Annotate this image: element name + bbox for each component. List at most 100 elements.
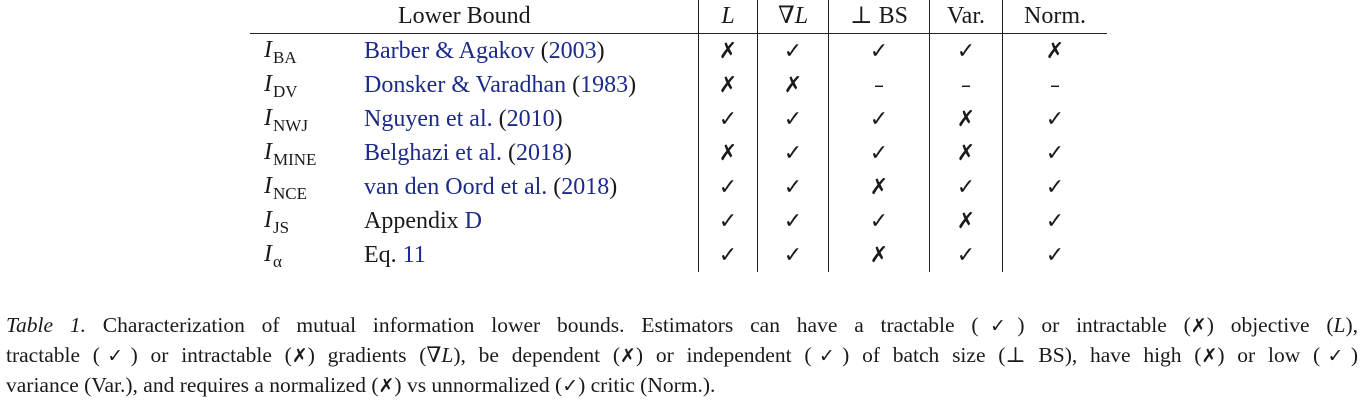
table-row: IBA Barber & Agakov (2003) ✗ ✓ ✓ ✓ ✗ — [250, 33, 1107, 69]
check-mark-icon: ✓ — [811, 345, 843, 367]
cell-normalization: ✓ — [1002, 170, 1107, 204]
cell-variance: ✗ — [929, 102, 1003, 136]
check-mark-icon: ✓ — [783, 174, 803, 200]
cell-normalization: ✓ — [1002, 136, 1107, 170]
check-mark-icon: ✓ — [783, 242, 803, 268]
cross-mark-icon: ✗ — [718, 38, 738, 64]
cell-normalization: ✓ — [1002, 102, 1107, 136]
cell-batch-size: ✗ — [828, 238, 930, 272]
check-mark-icon: ✓ — [1045, 106, 1065, 132]
check-mark-icon: ✓ — [1045, 140, 1065, 166]
citation-year-link[interactable]: 2018 — [561, 174, 609, 200]
cell-normalization: ✓ — [1002, 204, 1107, 238]
cell-objective: ✓ — [698, 170, 758, 204]
header-objective: L — [698, 0, 758, 34]
citation-link[interactable]: van den Oord et al. — [364, 174, 547, 200]
check-mark-icon: ✓ — [718, 208, 738, 234]
dash-icon: – — [874, 72, 884, 97]
check-mark-icon: ✓ — [1045, 208, 1065, 234]
row-reference[interactable]: Barber & Agakov (2003) — [364, 34, 699, 69]
cell-objective: ✓ — [698, 102, 758, 136]
check-mark-icon: ✓ — [1045, 174, 1065, 200]
check-mark-icon: ✓ — [718, 242, 738, 268]
check-mark-icon: ✓ — [1320, 345, 1351, 367]
cross-mark-icon: ✗ — [1190, 315, 1207, 337]
cell-objective: ✓ — [698, 204, 758, 238]
cross-reference-link[interactable]: 11 — [403, 242, 426, 268]
cross-reference-link[interactable]: D — [465, 208, 482, 234]
citation-year-link[interactable]: 2018 — [516, 140, 564, 166]
caption-line-3: variance (Var.), and requires a normaliz… — [6, 373, 716, 397]
header-lower-bound: Lower Bound — [398, 3, 531, 29]
cell-variance: ✗ — [929, 136, 1003, 170]
table-caption: Table 1. Characterization of mutual info… — [6, 311, 1358, 401]
row-reference[interactable]: Appendix D — [364, 204, 699, 238]
check-mark-icon: ✓ — [956, 174, 976, 200]
cell-objective: ✗ — [698, 33, 758, 68]
results-table-container: Lower Bound L ∇L ⊥ BS Var. Norm. IBA Barb… — [250, 0, 1107, 272]
check-mark-icon: ✓ — [783, 140, 803, 166]
header-normalization: Norm. — [1002, 0, 1107, 34]
row-reference[interactable]: Donsker & Varadhan (1983) — [364, 68, 699, 102]
table-row: IJS Appendix D ✓ ✓ ✓ ✗ ✓ — [250, 204, 1107, 238]
row-symbol: Iα — [264, 241, 282, 271]
table-row: IMINE Belghazi et al. (2018) ✗ ✓ ✓ ✗ ✓ — [250, 136, 1107, 170]
citation-year-link[interactable]: 2010 — [507, 106, 555, 132]
cross-mark-icon: ✗ — [718, 72, 738, 98]
cell-gradient: ✓ — [757, 136, 829, 170]
cell-gradient: ✓ — [757, 204, 829, 238]
citation-link[interactable]: Barber & Agakov — [364, 38, 535, 64]
cell-gradient: ✓ — [757, 170, 829, 204]
check-mark-icon: ✓ — [99, 345, 131, 367]
cell-batch-size: ✓ — [828, 136, 930, 170]
check-mark-icon: ✓ — [562, 375, 579, 397]
check-mark-icon: ✓ — [783, 38, 803, 64]
check-mark-icon: ✓ — [869, 140, 889, 166]
cell-normalization: – — [1002, 68, 1107, 102]
cell-variance: – — [929, 68, 1003, 102]
table-row: Iα Eq. 11 ✓ ✓ ✗ ✓ ✓ — [250, 238, 1107, 272]
citation-link[interactable]: Donsker & Varadhan — [364, 72, 566, 98]
cell-objective: ✗ — [698, 136, 758, 170]
cell-batch-size: ✓ — [828, 204, 930, 238]
cell-batch-size: – — [828, 68, 930, 102]
row-reference[interactable]: van den Oord et al. (2018) — [364, 170, 699, 204]
cross-mark-icon: ✗ — [956, 106, 976, 132]
check-mark-icon: ✓ — [1045, 242, 1065, 268]
citation-link[interactable]: Belghazi et al. — [364, 140, 502, 166]
check-mark-icon: ✓ — [718, 174, 738, 200]
caption-label: Table 1. — [6, 313, 86, 337]
cell-normalization: ✗ — [1002, 33, 1107, 68]
citation-year-link[interactable]: 1983 — [580, 72, 628, 98]
dash-icon: – — [961, 72, 971, 97]
cell-normalization: ✓ — [1002, 238, 1107, 272]
header-gradient: ∇L — [757, 0, 829, 34]
check-mark-icon: ✓ — [978, 315, 1018, 337]
row-symbol: IMINE — [264, 139, 317, 169]
header-variance: Var. — [929, 0, 1003, 34]
check-mark-icon: ✓ — [718, 106, 738, 132]
header-batch-size: ⊥ BS — [828, 0, 930, 34]
row-reference[interactable]: Belghazi et al. (2018) — [364, 136, 699, 170]
cross-mark-icon: ✗ — [718, 140, 738, 166]
citation-link[interactable]: Nguyen et al. — [364, 106, 493, 132]
row-reference[interactable]: Eq. 11 — [364, 238, 699, 272]
check-mark-icon: ✓ — [783, 208, 803, 234]
cell-variance: ✓ — [929, 33, 1003, 68]
check-mark-icon: ✓ — [956, 242, 976, 268]
lower-bounds-table: Lower Bound L ∇L ⊥ BS Var. Norm. IBA Barb… — [250, 0, 1107, 272]
row-reference[interactable]: Nguyen et al. (2010) — [364, 102, 699, 136]
cell-gradient: ✓ — [757, 102, 829, 136]
cell-gradient: ✓ — [757, 33, 829, 68]
cell-objective: ✓ — [698, 238, 758, 272]
cell-gradient: ✗ — [757, 68, 829, 102]
row-symbol: INWJ — [264, 105, 308, 135]
table-row: INCE van den Oord et al. (2018) ✓ ✓ ✗ ✓ ✓ — [250, 170, 1107, 204]
row-symbol: INCE — [264, 173, 307, 203]
citation-year-link[interactable]: 2003 — [549, 38, 597, 64]
cell-objective: ✗ — [698, 68, 758, 102]
cross-mark-icon: ✗ — [378, 375, 395, 397]
caption-line-1: Characterization of mutual information l… — [85, 313, 1359, 337]
cross-mark-icon: ✗ — [956, 208, 976, 234]
cell-batch-size: ✗ — [828, 170, 930, 204]
